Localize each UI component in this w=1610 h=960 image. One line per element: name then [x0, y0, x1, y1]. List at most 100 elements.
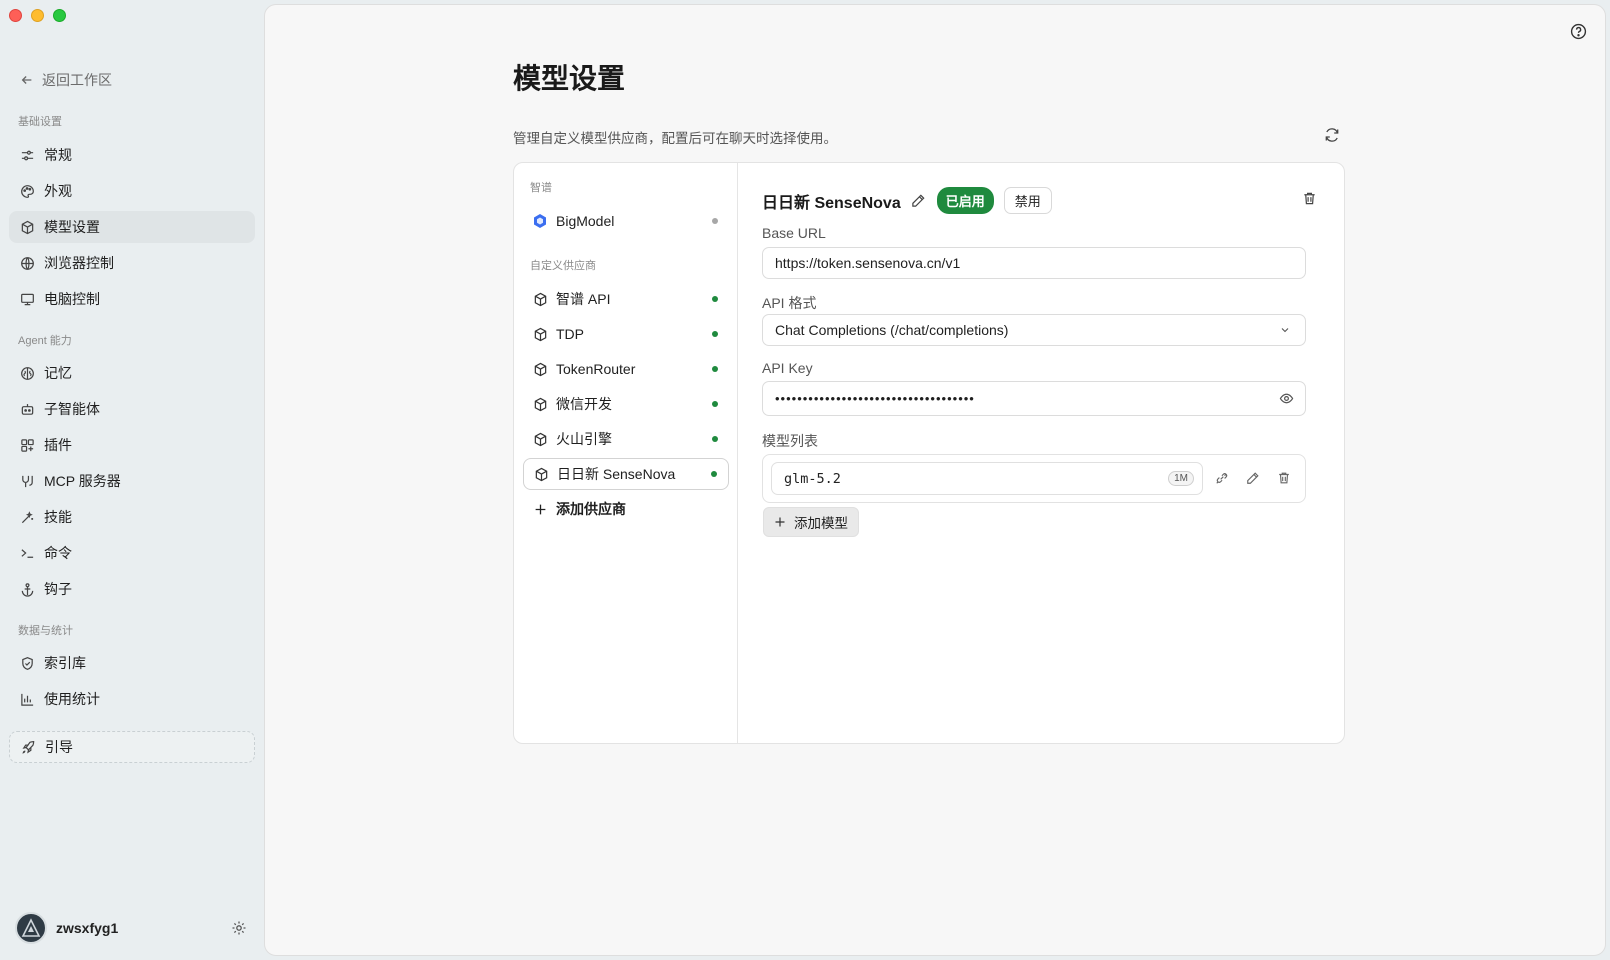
api-format-select[interactable]: Chat Completions (/chat/completions): [762, 314, 1306, 346]
status-dot-active: [712, 296, 718, 302]
sidebar-item-browser-control[interactable]: 浏览器控制: [9, 247, 255, 279]
sidebar-item-commands[interactable]: 命令: [9, 537, 255, 569]
provider-item-sensenova[interactable]: 日日新 SenseNova: [523, 458, 729, 490]
refresh-icon[interactable]: [1324, 127, 1340, 143]
disable-button[interactable]: 禁用: [1003, 187, 1052, 214]
pencil-icon[interactable]: [1246, 471, 1262, 487]
trash-icon[interactable]: [1277, 471, 1293, 487]
base-url-input[interactable]: https://token.sensenova.cn/v1: [762, 247, 1306, 279]
sidebar-item-computer-control[interactable]: 电脑控制: [9, 283, 255, 315]
enabled-badge[interactable]: 已启用: [936, 187, 994, 214]
sidebar-item-appearance[interactable]: 外观: [9, 175, 255, 207]
help-icon[interactable]: [1570, 23, 1587, 40]
user-profile: zwsxfyg1: [15, 912, 247, 944]
base-url-label: Base URL: [762, 225, 826, 241]
monitor-icon: [19, 291, 35, 307]
status-dot-active: [712, 331, 718, 337]
api-format-value: Chat Completions (/chat/completions): [775, 322, 1009, 338]
sidebar-item-label: 记忆: [44, 365, 72, 381]
shield-icon: [19, 655, 35, 671]
provider-group-custom: 自定义供应商: [530, 260, 596, 272]
brain-icon: [19, 365, 35, 381]
model-name: glm-5.2: [784, 470, 841, 487]
sidebar-item-label: MCP 服务器: [44, 473, 121, 489]
sidebar-item-skills[interactable]: 技能: [9, 501, 255, 533]
bigmodel-logo-icon: [532, 213, 548, 229]
provider-item-bigmodel[interactable]: BigModel: [523, 205, 729, 237]
sidebar-item-label: 索引库: [44, 655, 86, 671]
sidebar-item-hooks[interactable]: 钩子: [9, 573, 255, 605]
provider-name: TDP: [556, 326, 584, 342]
provider-item-tdp[interactable]: TDP: [523, 318, 729, 350]
sidebar-item-mcp-servers[interactable]: MCP 服务器: [9, 465, 255, 497]
globe-icon: [19, 255, 35, 271]
add-provider-label: 添加供应商: [556, 501, 626, 517]
sidebar-item-label: 常规: [44, 147, 72, 163]
cube-icon: [532, 326, 548, 342]
model-item[interactable]: glm-5.2 1M: [771, 462, 1203, 495]
context-size-badge: 1M: [1168, 471, 1194, 486]
eye-icon[interactable]: [1279, 391, 1295, 407]
plus-icon: [775, 517, 785, 527]
add-model-label: 添加模型: [794, 516, 848, 531]
sidebar-item-index[interactable]: 索引库: [9, 647, 255, 679]
terminal-icon: [19, 545, 35, 561]
provider-name: 微信开发: [556, 396, 612, 412]
pencil-icon[interactable]: [911, 193, 927, 209]
palette-icon: [19, 183, 35, 199]
cube-icon: [19, 219, 35, 235]
cube-icon: [532, 291, 548, 307]
sidebar-item-label: 外观: [44, 183, 72, 199]
provider-item-volcengine[interactable]: 火山引擎: [523, 423, 729, 455]
add-provider-button[interactable]: 添加供应商: [523, 493, 729, 525]
provider-detail: 日日新 SenseNova 已启用 禁用 Base URL https://to…: [738, 163, 1344, 743]
sidebar-item-memory[interactable]: 记忆: [9, 357, 255, 389]
test-connection-icon[interactable]: [1215, 471, 1231, 487]
provider-item-wechat-dev[interactable]: 微信开发: [523, 388, 729, 420]
provider-name: BigModel: [556, 213, 615, 229]
sidebar-item-sub-agents[interactable]: 子智能体: [9, 393, 255, 425]
add-model-button[interactable]: 添加模型: [763, 507, 859, 537]
page-title: 模型设置: [513, 63, 626, 94]
sidebar-item-label: 模型设置: [44, 219, 100, 235]
base-url-value: https://token.sensenova.cn/v1: [775, 255, 961, 271]
avatar[interactable]: [15, 912, 47, 944]
model-list: glm-5.2 1M: [762, 454, 1306, 503]
page-description: 管理自定义模型供应商，配置后可在聊天时选择使用。: [513, 131, 837, 146]
model-list-label: 模型列表: [762, 433, 818, 449]
section-agent-title: Agent 能力: [18, 335, 72, 347]
api-key-value: ••••••••••••••••••••••••••••••••••••: [775, 391, 975, 406]
sidebar-item-plugins[interactable]: 插件: [9, 429, 255, 461]
trash-icon[interactable]: [1302, 191, 1318, 207]
gear-icon[interactable]: [231, 920, 247, 936]
anchor-icon: [19, 581, 35, 597]
puzzle-icon: [19, 437, 35, 453]
sidebar-item-label: 钩子: [44, 581, 72, 597]
sidebar-item-label: 引导: [45, 739, 73, 755]
provider-item-zhipu-api[interactable]: 智谱 API: [523, 283, 729, 315]
cube-icon: [532, 396, 548, 412]
sidebar-item-general[interactable]: 常规: [9, 139, 255, 171]
sidebar-item-label: 子智能体: [44, 401, 100, 417]
provider-group-zhipu: 智谱: [530, 182, 552, 194]
sidebar-item-usage-stats[interactable]: 使用统计: [9, 683, 255, 715]
wand-icon: [19, 509, 35, 525]
status-dot-active: [712, 366, 718, 372]
arrow-left-icon: [21, 76, 32, 84]
connection-icon: [19, 473, 35, 489]
provider-name: 火山引擎: [556, 431, 612, 447]
provider-item-tokenrouter[interactable]: TokenRouter: [523, 353, 729, 385]
api-format-label: API 格式: [762, 295, 817, 311]
username: zwsxfyg1: [56, 920, 119, 936]
plus-icon: [532, 501, 548, 517]
api-key-input[interactable]: ••••••••••••••••••••••••••••••••••••: [762, 381, 1306, 416]
cube-icon: [532, 431, 548, 447]
main-panel: 模型设置 管理自定义模型供应商，配置后可在聊天时选择使用。 智谱 BigMode…: [264, 4, 1606, 956]
back-to-workspace-link[interactable]: 返回工作区: [20, 70, 112, 90]
sidebar-item-model-settings[interactable]: 模型设置: [9, 211, 255, 243]
rocket-icon: [20, 739, 36, 755]
sidebar-item-guide[interactable]: 引导: [9, 731, 255, 763]
sidebar-item-label: 使用统计: [44, 691, 100, 707]
provider-settings-card: 智谱 BigModel 自定义供应商 智谱 API TDP TokenRoute…: [513, 162, 1345, 744]
section-data-title: 数据与统计: [18, 625, 73, 637]
